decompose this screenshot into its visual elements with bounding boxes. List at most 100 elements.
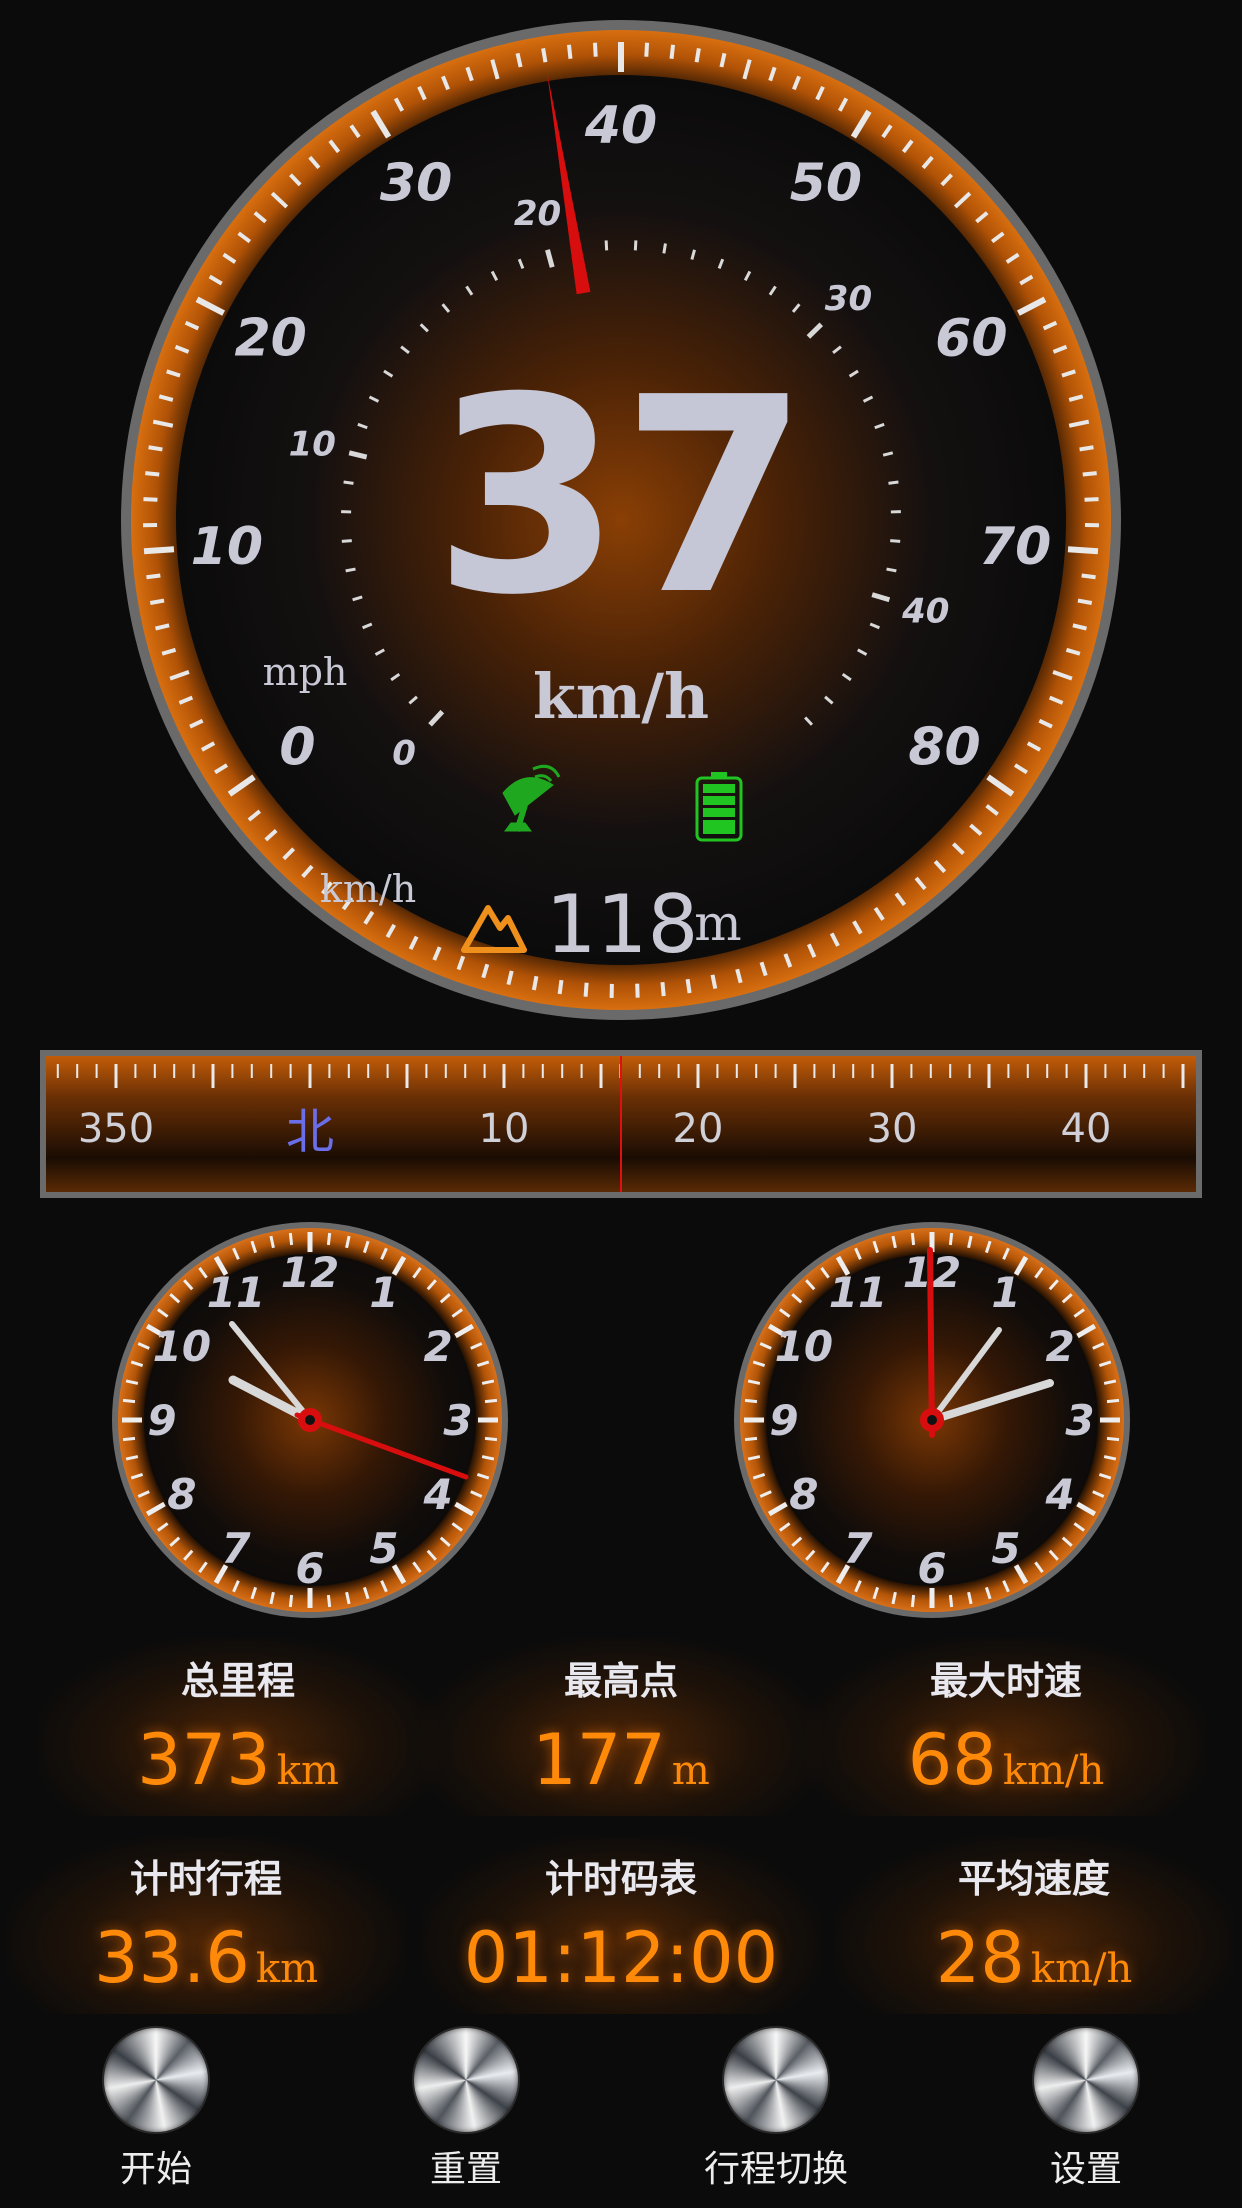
bezel-tick: [557, 979, 564, 995]
stat-value: 177 m: [532, 1719, 710, 1801]
kmh-tick: [1084, 497, 1099, 502]
kmh-scale-label: 60: [935, 309, 1007, 369]
kmh-tick: [143, 497, 158, 502]
stat-max-altitude: 最高点 177 m: [421, 1638, 821, 1816]
start-button-label[interactable]: 开始: [46, 2140, 266, 2192]
kmh-tick: [669, 44, 676, 59]
clock-right: 121234567891011: [734, 1222, 1130, 1618]
kmh-scale-label: 40: [584, 96, 657, 156]
stat-average-speed: 平均速度 28 km/h: [834, 1836, 1234, 2014]
clock-number: 5: [369, 1524, 398, 1573]
stat-total-distance: 总里程 373 km: [38, 1638, 438, 1816]
bezel-tick: [710, 974, 718, 990]
clock-number: 10: [153, 1322, 211, 1371]
kmh-scale-label: 50: [790, 153, 862, 213]
stat-max-speed: 最大时速 68 km/h: [806, 1638, 1206, 1816]
clock-tick: [948, 1232, 954, 1246]
mph-tick: [888, 480, 899, 485]
kmh-scale-label: 30: [380, 153, 452, 213]
clock-tick: [484, 1398, 498, 1404]
reset-button[interactable]: [414, 2028, 518, 2132]
clock-number: 7: [221, 1524, 251, 1573]
clock-number: 3: [1065, 1396, 1094, 1445]
stat-label: 计时行程: [129, 1857, 282, 1901]
stat-label: 最高点: [563, 1659, 678, 1703]
stat-value: 373 km: [137, 1719, 339, 1801]
mph-tick: [886, 567, 897, 573]
kmh-tick: [145, 471, 160, 477]
kmh-tick: [694, 48, 701, 63]
clock-number: 8: [789, 1470, 818, 1519]
mph-scale-label: 40: [901, 592, 949, 632]
clock-number: 5: [991, 1524, 1020, 1573]
stat-stopwatch: 计时码表 01:12:00: [421, 1836, 821, 2014]
clock-number: 8: [167, 1470, 196, 1519]
compass-label-30: 30: [867, 1106, 918, 1152]
stat-value: 01:12:00: [463, 1917, 779, 1999]
clock-number: 11: [207, 1268, 265, 1317]
kmh-tick: [143, 546, 175, 555]
mph-tick: [633, 240, 638, 251]
settings-button[interactable]: [1034, 2028, 1138, 2132]
compass-label-north: 北: [286, 1104, 334, 1160]
start-button[interactable]: [104, 2028, 208, 2132]
stat-value: 28 km/h: [935, 1917, 1133, 1999]
kmh-tick: [148, 445, 163, 452]
clock-tick: [1106, 1398, 1120, 1404]
compass-label-350: 350: [78, 1106, 154, 1152]
compass-heading-strip[interactable]: 350 北 10 20 30 40: [40, 1050, 1202, 1198]
trip-switch-button-label[interactable]: 行程切换: [666, 2140, 886, 2192]
mph-tick: [662, 243, 667, 254]
kmh-tick: [1067, 546, 1099, 555]
kmh-tick: [541, 48, 548, 63]
kmh-scale-label: 70: [979, 517, 1051, 577]
kmh-scale-label: 0: [279, 718, 315, 778]
reset-button-label[interactable]: 重置: [356, 2140, 576, 2192]
bezel-tick: [660, 981, 666, 997]
clock-tick: [288, 1232, 294, 1246]
altitude-unit: m: [694, 894, 741, 952]
mph-unit-label: mph: [263, 650, 348, 694]
clock-number: 1: [369, 1268, 398, 1317]
kmh-scale-label: 20: [234, 309, 306, 369]
clock-number: 4: [423, 1470, 453, 1519]
bezel-tick: [531, 975, 539, 991]
altitude-value: 118: [546, 878, 699, 971]
compass-scale: 350 北 10 20 30 40: [46, 1056, 1196, 1192]
compass-label-40: 40: [1061, 1106, 1112, 1152]
clock-number: 2: [1046, 1322, 1075, 1371]
clock-number: 9: [769, 1396, 798, 1445]
stat-label: 计时码表: [544, 1857, 697, 1901]
clock-tick: [122, 1436, 136, 1442]
mph-tick: [604, 240, 609, 251]
clock-tick: [122, 1398, 136, 1404]
speed-readout: 37: [433, 339, 809, 654]
trip-switch-button[interactable]: [724, 2028, 828, 2132]
stat-label: 总里程: [180, 1659, 295, 1703]
stat-label: 最大时速: [929, 1659, 1082, 1703]
kmh-tick: [1077, 598, 1093, 605]
clock-number: 9: [147, 1396, 176, 1445]
bezel-tick: [685, 978, 692, 994]
clock-tick: [948, 1594, 954, 1608]
kmh-scale-label: 80: [908, 718, 980, 778]
mph-scale-label: 20: [514, 194, 561, 234]
settings-button-label[interactable]: 设置: [976, 2140, 1196, 2192]
clock-tick: [910, 1594, 916, 1608]
clock-second-hand: [927, 1247, 935, 1438]
clock-tick: [744, 1436, 758, 1442]
mph-scale-label: 30: [825, 279, 872, 319]
mph-scale-label: 0: [392, 734, 416, 774]
kmh-tick: [592, 42, 598, 57]
kmh-tick: [644, 42, 650, 57]
stat-value: 68 km/h: [907, 1719, 1105, 1801]
clock-tick: [326, 1232, 332, 1246]
clock-tick: [1106, 1436, 1120, 1442]
mph-scale-label: 10: [289, 425, 336, 465]
kmh-tick: [1082, 471, 1097, 477]
clock-tick: [484, 1436, 498, 1442]
clock-number: 7: [843, 1524, 873, 1573]
mph-tick: [343, 480, 354, 485]
kmh-tick: [566, 44, 573, 59]
clock-number: 11: [829, 1268, 887, 1317]
